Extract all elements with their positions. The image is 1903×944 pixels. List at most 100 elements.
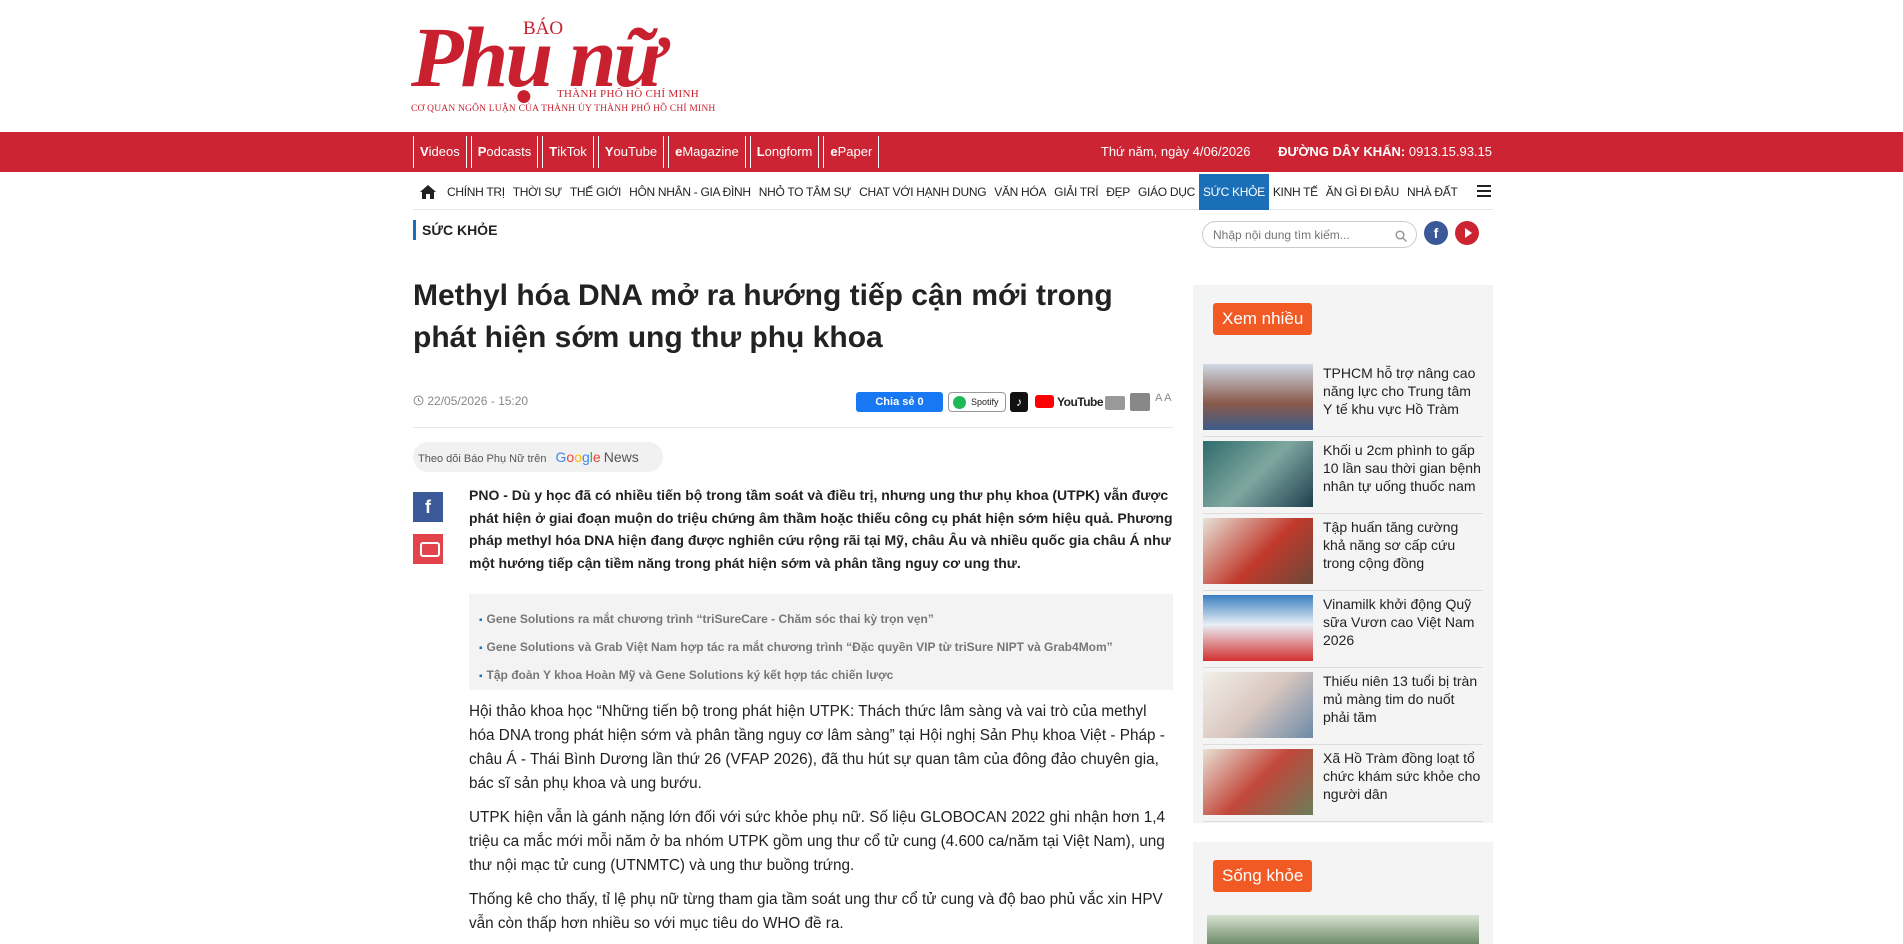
related-article-link[interactable]: Gene Solutions ra mắt chương trình “triS… (479, 606, 1163, 634)
media-link-label: odcasts (486, 144, 532, 159)
article-date: 22/05/2026 - 15:20 (413, 394, 528, 408)
google-logo: Google (555, 449, 601, 465)
media-link[interactable]: eMagazine (668, 136, 746, 168)
nav-item[interactable]: CHÍNH TRỊ (443, 174, 509, 210)
media-links: Videos Podcasts TikTok YouTube eMagazine Long… (413, 136, 883, 168)
media-link-initial: L (756, 144, 765, 159)
media-link[interactable]: Podcasts (470, 136, 539, 168)
media-link[interactable]: Longform (749, 136, 820, 168)
nav-item[interactable]: GIẢI TRÍ (1050, 174, 1102, 210)
most-viewed-title[interactable]: Tập huấn tăng cường khả năng sơ cấp cứu … (1323, 518, 1483, 590)
media-link-label: Magazine (682, 144, 739, 159)
media-link-initial: T (549, 144, 558, 159)
top-red-bar: Videos Podcasts TikTok YouTube eMagazine Long… (0, 132, 1903, 172)
facebook-share-button[interactable]: Chia sẻ 0 (856, 392, 943, 412)
most-viewed-item[interactable]: Xã Hồ Tràm đồng loạt tổ chức khám sức kh… (1203, 745, 1483, 822)
article-paragraph: UTPK hiện vẫn là gánh nặng lớn đối với s… (469, 809, 1166, 874)
article-title: Methyl hóa DNA mở ra hướng tiếp cận mới … (413, 279, 1113, 354)
most-viewed-title[interactable]: Vinamilk khởi động Quỹ sữa Vươn cao Việt… (1323, 595, 1483, 667)
media-link-label: ikTok (557, 144, 587, 159)
hotline-label: ĐƯỜNG DÂY KHẨN: (1278, 144, 1406, 159)
media-link-label: ongform (764, 144, 813, 159)
media-link[interactable]: YouTube (597, 136, 665, 168)
article-thumbnail[interactable] (1203, 672, 1313, 738)
nav-item[interactable]: NHỎ TO TÂM SỰ (755, 174, 855, 210)
article-thumbnail[interactable] (1203, 749, 1313, 815)
logo-bao-text: BÁO (523, 18, 564, 39)
youtube-button[interactable]: YouTube (1035, 392, 1104, 412)
media-link-label: Paper (837, 144, 873, 159)
side-facebook-share-icon[interactable]: f (413, 492, 443, 522)
nav-item[interactable]: SỨC KHỎE (1198, 173, 1269, 210)
media-link-label: ideos (428, 144, 460, 159)
facebook-icon[interactable]: f (1424, 221, 1448, 245)
nav-item[interactable]: CHAT VỚI HẠNH DUNG (855, 174, 990, 210)
logo-org-text: CƠ QUAN NGÔN LUẬN CỦA THÀNH ỦY THÀNH PHỐ… (411, 104, 716, 114)
media-link-initial: V (420, 144, 429, 159)
google-news-follow[interactable]: Theo dõi Báo Phụ Nữ trên Google News (413, 442, 663, 472)
article-thumbnail[interactable] (1203, 441, 1313, 507)
comment-icon[interactable] (413, 534, 443, 564)
print-icon[interactable] (1130, 393, 1150, 411)
search-input[interactable] (1213, 222, 1393, 247)
most-viewed-item[interactable]: Khối u 2cm phình to gấp 10 lần sau thời … (1203, 437, 1483, 514)
article-thumbnail[interactable] (1203, 595, 1313, 661)
healthy-living-sidebar: Sống khỏe (1193, 842, 1493, 944)
nav-item[interactable]: NHÀ ĐẤT (1403, 174, 1462, 210)
article-date-text: 22/05/2026 - 15:20 (427, 394, 529, 408)
media-link[interactable]: TikTok (542, 136, 594, 168)
home-icon[interactable] (413, 174, 443, 210)
nav-item[interactable]: GIÁO DỤC (1134, 174, 1199, 210)
article-thumbnail[interactable] (1203, 518, 1313, 584)
hotline-number[interactable]: 0913.15.93.15 (1409, 144, 1492, 159)
most-viewed-title[interactable]: Xã Hồ Tràm đồng loạt tổ chức khám sức kh… (1323, 749, 1483, 821)
youtube-icon[interactable] (1455, 221, 1479, 245)
spotify-button[interactable]: Spotify (948, 392, 1006, 412)
article-thumbnail[interactable] (1203, 364, 1313, 430)
media-link[interactable]: Videos (413, 136, 467, 168)
email-icon[interactable] (1105, 396, 1125, 410)
search-box (1202, 221, 1417, 248)
most-viewed-item[interactable]: Thiếu niên 13 tuổi bị tràn mủ màng tim d… (1203, 668, 1483, 745)
hamburger-menu-icon[interactable] (1477, 185, 1491, 197)
nav-item[interactable]: HÔN NHÂN - GIA ĐÌNH (625, 174, 755, 210)
nav-item[interactable]: ĐẸP (1102, 174, 1134, 210)
nav-item[interactable]: VĂN HÓA (990, 174, 1050, 210)
header-info: Thứ năm, ngày 4/06/2026 ĐƯỜNG DÂY KHẨN: … (1101, 132, 1492, 172)
related-article-link[interactable]: Tập đoàn Y khoa Hoàn Mỹ và Gene Solution… (479, 662, 1163, 690)
section-label[interactable]: SỨC KHỎE (413, 220, 497, 240)
article-paragraph: Hội thảo khoa học “Những tiến bộ trong p… (469, 703, 1165, 792)
nav-item[interactable]: KINH TẾ (1269, 174, 1322, 210)
gnews-label: Theo dõi Báo Phụ Nữ trên (418, 453, 547, 465)
healthy-living-thumbnail[interactable] (1207, 915, 1479, 944)
gnews-brand: News (603, 449, 639, 465)
current-date: Thứ năm, ngày 4/06/2026 (1100, 144, 1251, 159)
nav-item[interactable]: THẾ GIỚI (566, 174, 625, 210)
main-nav: CHÍNH TRỊ THỜI SỰ THẾ GIỚI HÔN NHÂN - GIA Đ… (413, 173, 1493, 210)
related-article-link[interactable]: Gene Solutions và Grab Việt Nam hợp tác … (479, 634, 1163, 662)
site-logo[interactable]: Phụ nữ BÁO THÀNH PHỐ HỒ CHÍ MINH CƠ QUAN… (411, 14, 715, 119)
most-viewed-title[interactable]: TPHCM hỗ trợ nâng cao năng lực cho Trung… (1323, 364, 1483, 436)
most-viewed-title[interactable]: Thiếu niên 13 tuổi bị tràn mủ màng tim d… (1323, 672, 1483, 744)
healthy-living-tag[interactable]: Sống khỏe (1213, 860, 1313, 892)
media-link[interactable]: ePaper (823, 136, 880, 168)
most-viewed-tag[interactable]: Xem nhiều (1213, 303, 1313, 335)
most-viewed-sidebar: Xem nhiều TPHCM hỗ trợ nâng cao năng lực… (1193, 285, 1493, 823)
search-icon[interactable] (1395, 230, 1407, 242)
nav-item[interactable]: THỜI SỰ (509, 174, 566, 210)
article-sapo: PNO - Dù y học đã có nhiều tiến bộ trong… (469, 487, 1173, 571)
most-viewed-title[interactable]: Khối u 2cm phình to gấp 10 lần sau thời … (1323, 441, 1483, 513)
media-link-label: ouTube (613, 144, 658, 159)
related-articles: Gene Solutions ra mắt chương trình “triS… (469, 594, 1173, 690)
clock-icon (413, 395, 424, 406)
article-meta: 22/05/2026 - 15:20 Chia sẻ 0 Spotify ♪ Y… (413, 392, 1173, 428)
font-size-button[interactable]: A A (1155, 392, 1172, 404)
logo-city-text: THÀNH PHỐ HỒ CHÍ MINH (557, 88, 699, 100)
nav-item[interactable]: ĂN GÌ ĐI ĐÂU (1322, 174, 1403, 210)
most-viewed-item[interactable]: Vinamilk khởi động Quỹ sữa Vươn cao Việt… (1203, 591, 1483, 668)
media-link-initial: e (830, 144, 838, 159)
most-viewed-item[interactable]: Tập huấn tăng cường khả năng sơ cấp cứu … (1203, 514, 1483, 591)
most-viewed-item[interactable]: TPHCM hỗ trợ nâng cao năng lực cho Trung… (1203, 360, 1483, 437)
most-viewed-list: TPHCM hỗ trợ nâng cao năng lực cho Trung… (1203, 360, 1483, 822)
tiktok-icon[interactable]: ♪ (1010, 392, 1028, 412)
